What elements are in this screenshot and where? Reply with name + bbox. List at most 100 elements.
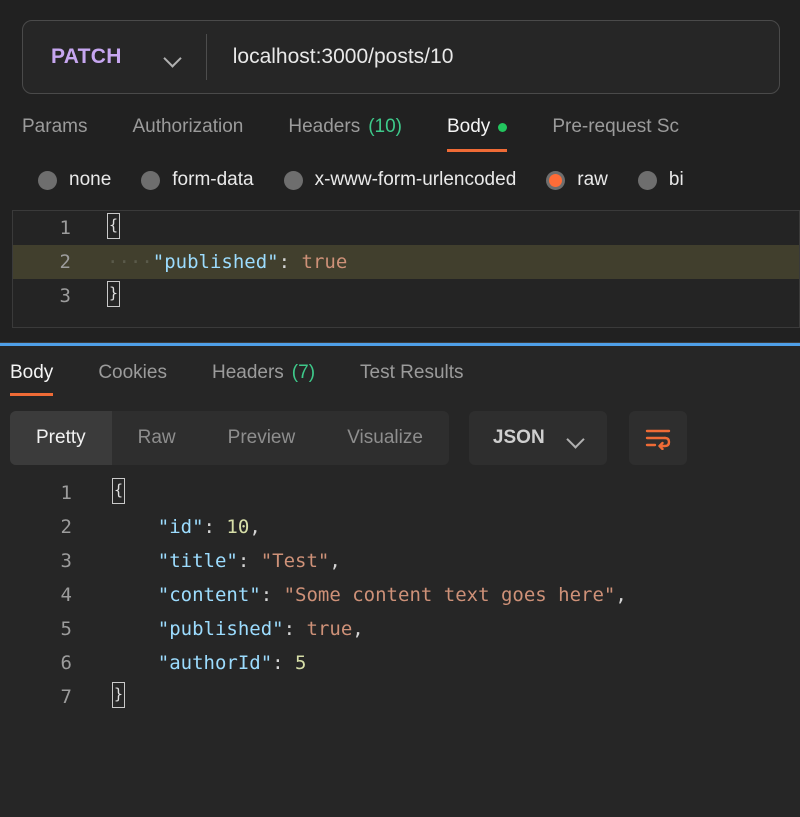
response-tab-body[interactable]: Body [10,362,76,396]
response-tab-test-results[interactable]: Test Results [360,362,486,396]
json-key: "content" [157,584,261,606]
tab-label: Test Results [360,362,464,383]
line-content: } [80,680,800,714]
tab-authorization[interactable]: Authorization [132,116,266,152]
body-type-none[interactable]: none [38,169,111,191]
line-number: 3 [59,285,71,307]
api-client-window: PATCH localhost:3000/posts/10 Params Aut… [0,0,800,817]
url-bar-container: PATCH localhost:3000/posts/10 [0,0,800,94]
response-body-viewer[interactable]: 1 { 2 "id": 10, 3 "title": "Test", 4 "co… [0,470,800,817]
line-number: 2 [60,516,72,538]
radio-icon[interactable] [38,170,57,190]
tab-label: Params [22,116,88,137]
tab-count-badge: (10) [368,116,402,137]
format-value: JSON [492,427,545,448]
line-content: { [80,476,800,510]
tab-label: Cookies [98,362,167,383]
view-mode-raw[interactable]: Raw [112,411,202,465]
radio-icon[interactable] [283,170,303,190]
response-format-select[interactable]: JSON [468,411,607,465]
tab-label: Headers [288,116,361,137]
response-line: 7 } [0,680,800,714]
line-content: ····"published": true [79,245,799,279]
line-number: 5 [60,618,72,640]
tab-active-underline [10,393,54,396]
response-toolbar: Pretty Raw Preview Visualize JSON [0,398,800,470]
response-tab-headers[interactable]: Headers (7) [212,362,338,396]
response-line: 6 "authorId": 5 [0,646,800,680]
response-line: 1 { [0,476,800,510]
request-body-editor-container: 1 { 2 ····"published": true 3 } [0,202,800,328]
json-colon: : [237,550,261,572]
radio-selected-icon[interactable] [546,170,566,190]
editor-line[interactable]: 1 { [13,211,799,245]
tab-label: Pre-request Sc [552,116,680,137]
json-colon: : [278,251,302,273]
body-type-binary[interactable]: bi [637,169,684,191]
tab-label: Authorization [132,116,244,137]
radio-icon[interactable] [637,170,657,190]
json-value: "Some content text goes here" [283,584,616,606]
line-number: 1 [60,482,72,504]
json-key: "published" [152,251,279,273]
wrap-text-button[interactable] [628,411,687,465]
json-colon: : [203,516,227,538]
url-bar[interactable]: PATCH localhost:3000/posts/10 [22,20,780,94]
body-type-form-data[interactable]: form-data [141,169,254,191]
open-brace-glyph: { [112,478,125,504]
response-line: 2 "id": 10, [0,510,800,544]
tab-pre-request-script[interactable]: Pre-request Sc [552,116,702,152]
json-colon: : [283,618,307,640]
radio-label: form-data [172,169,254,190]
indent-guides: ···· [107,251,153,273]
tab-label: Headers [211,362,284,383]
json-colon: : [260,584,284,606]
tab-params[interactable]: Params [22,116,110,152]
radio-label: x-www-form-urlencoded [314,169,517,190]
line-content: "title": "Test", [80,544,800,578]
json-value: "Test" [260,550,330,572]
url-input[interactable]: localhost:3000/posts/10 [209,45,454,69]
radio-label: raw [577,169,608,190]
editor-line-active[interactable]: 2 ····"published": true [13,245,799,279]
editor-line[interactable]: 3 } [13,279,799,313]
response-pane: Body Cookies Headers (7) Test Results Pr… [0,346,800,817]
close-brace-glyph: } [112,682,125,708]
close-brace-glyph: } [107,281,120,307]
chevron-down-icon[interactable] [164,52,182,63]
tab-body[interactable]: Body [447,116,530,152]
view-mode-group: Pretty Raw Preview Visualize [10,411,449,465]
line-content: "published": true, [80,612,800,646]
json-value: true [301,251,348,273]
body-type-x-www-form-urlencoded[interactable]: x-www-form-urlencoded [283,169,517,191]
method-selector[interactable]: PATCH [23,21,204,93]
response-line: 3 "title": "Test", [0,544,800,578]
line-number: 2 [59,251,71,273]
json-key: "published" [157,618,284,640]
chevron-down-icon[interactable] [567,433,585,444]
tab-count-badge: (7) [291,362,316,383]
response-line: 4 "content": "Some content text goes her… [0,578,800,612]
line-content: "id": 10, [80,510,800,544]
body-type-raw[interactable]: raw [546,169,608,191]
radio-icon[interactable] [141,170,161,190]
json-key: "id" [157,516,204,538]
tab-headers[interactable]: Headers (10) [288,116,425,152]
line-number: 7 [60,686,72,708]
view-mode-pretty[interactable]: Pretty [10,411,112,465]
line-number: 6 [60,652,72,674]
view-mode-visualize[interactable]: Visualize [321,411,449,465]
json-key: "title" [157,550,238,572]
line-content: } [79,279,799,313]
http-method-label: PATCH [51,45,122,68]
json-comma: , [329,550,341,572]
response-line: 5 "published": true, [0,612,800,646]
request-body-editor[interactable]: 1 { 2 ····"published": true 3 } [12,210,800,328]
view-mode-preview[interactable]: Preview [202,411,322,465]
response-tab-cookies[interactable]: Cookies [98,362,190,396]
